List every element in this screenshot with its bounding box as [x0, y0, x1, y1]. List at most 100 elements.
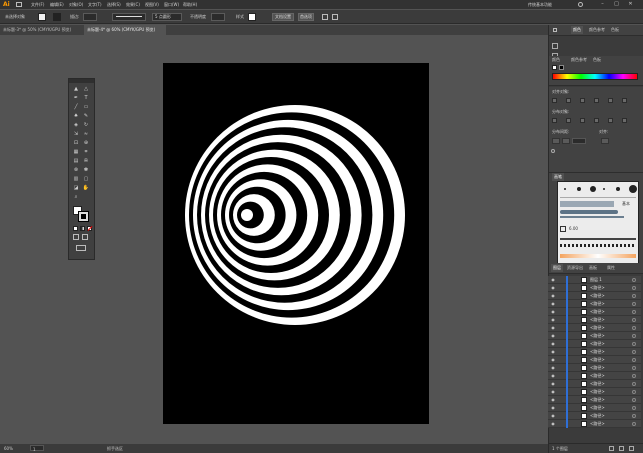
brush-dot-3[interactable] — [590, 186, 596, 192]
scale-icon[interactable]: ⇲ — [72, 131, 80, 138]
target-icon[interactable] — [632, 318, 636, 322]
target-icon[interactable] — [632, 310, 636, 314]
menu-effect[interactable]: 效果(C) — [126, 1, 140, 8]
spacing-input[interactable] — [572, 138, 586, 144]
align-to-selection-button[interactable] — [601, 138, 609, 144]
close-icon[interactable]: ✕ — [626, 0, 635, 9]
opacity-input[interactable] — [211, 13, 225, 21]
layer-name[interactable]: <路径> — [590, 309, 605, 315]
layer-row[interactable]: ◉ <路径> — [548, 420, 641, 428]
brush-icon[interactable]: ♠ — [72, 113, 80, 120]
warp-icon[interactable]: ≈ — [82, 131, 90, 138]
brush-dot-5[interactable] — [616, 187, 620, 191]
eye-icon[interactable]: ◉ — [550, 373, 556, 379]
stroke-weight-input[interactable] — [83, 13, 97, 21]
eye-icon[interactable]: ◉ — [550, 277, 556, 283]
menu-window[interactable]: 窗口(W) — [164, 1, 179, 8]
target-icon[interactable] — [632, 390, 636, 394]
menu-type[interactable]: 文字(T) — [88, 1, 102, 8]
eye-icon[interactable]: ◉ — [550, 405, 556, 411]
align-row-button-6[interactable] — [622, 98, 627, 103]
tab-artboards[interactable]: 画板 — [589, 264, 597, 272]
color-mode-icon[interactable] — [73, 226, 78, 231]
rotate-icon[interactable]: ↻ — [82, 122, 90, 129]
pen-icon[interactable]: ✒ — [72, 95, 80, 102]
stroke-color-box[interactable] — [78, 211, 89, 222]
zoom-icon[interactable]: ⌕ — [72, 194, 80, 201]
eye-icon[interactable]: ◉ — [550, 365, 556, 371]
maximize-icon[interactable]: □ — [612, 0, 621, 9]
menu-select[interactable]: 选择(S) — [107, 1, 121, 8]
layer-row-top[interactable]: ◉ 图层 1 — [548, 276, 641, 284]
search-icon[interactable] — [578, 2, 583, 7]
dist-row-button-2[interactable] — [566, 118, 571, 123]
layer-name[interactable]: <路径> — [590, 397, 605, 403]
target-icon[interactable] — [632, 374, 636, 378]
layer-name[interactable]: <路径> — [590, 389, 605, 395]
gradient-icon[interactable]: ▤ — [72, 158, 80, 165]
target-icon[interactable] — [632, 382, 636, 386]
target-icon[interactable] — [632, 414, 636, 418]
target-icon[interactable] — [632, 342, 636, 346]
layer-row[interactable]: ◉ <路径> — [548, 324, 641, 332]
target-icon[interactable] — [632, 422, 636, 426]
hand-icon[interactable]: ✋ — [82, 185, 90, 192]
free-transform-icon[interactable]: ⊡ — [72, 140, 80, 147]
new-sublayer-icon[interactable] — [609, 446, 614, 451]
workspace-switcher[interactable]: 传统基本功能 — [528, 1, 552, 8]
tab-color-guide[interactable]: 颜色参考 — [589, 26, 605, 34]
target-icon[interactable] — [632, 358, 636, 362]
layer-row[interactable]: ◉ <路径> — [548, 308, 641, 316]
pencil-icon[interactable]: ✎ — [82, 113, 90, 120]
menu-file[interactable]: 文件(F) — [31, 1, 44, 8]
eye-icon[interactable]: ◉ — [550, 389, 556, 395]
layer-row[interactable]: ◉ <路径> — [548, 404, 641, 412]
layer-row[interactable]: ◉ <路径> — [548, 332, 641, 340]
brush-dot-4[interactable] — [603, 188, 605, 190]
gradient-mode-icon[interactable] — [80, 226, 85, 231]
color-panel-icon[interactable] — [553, 28, 557, 32]
menu-object[interactable]: 对象(O) — [69, 1, 83, 8]
eye-icon[interactable]: ◉ — [550, 301, 556, 307]
zoom-level[interactable]: 60% — [4, 445, 13, 452]
align-row-button-3[interactable] — [580, 98, 585, 103]
eye-icon[interactable]: ◉ — [550, 325, 556, 331]
graph-icon[interactable]: ▥ — [72, 176, 80, 183]
spacing-button-1[interactable] — [552, 138, 560, 144]
home-icon[interactable] — [16, 2, 22, 7]
menu-view[interactable]: 视图(V) — [145, 1, 159, 8]
dist-row-button-6[interactable] — [622, 118, 627, 123]
toolbox-grip[interactable] — [69, 79, 94, 83]
shape-builder-icon[interactable]: ⊕ — [82, 140, 90, 147]
align-row-button-2[interactable] — [566, 98, 571, 103]
layer-row[interactable]: ◉ <路径> — [548, 364, 641, 372]
delete-layer-icon[interactable] — [629, 446, 634, 451]
layer-name[interactable]: <路径> — [590, 301, 605, 307]
target-icon[interactable] — [632, 294, 636, 298]
menu-help[interactable]: 帮助(H) — [183, 1, 197, 8]
align-row-button-5[interactable] — [608, 98, 613, 103]
eye-icon[interactable]: ◉ — [550, 413, 556, 419]
brush-arrow-icon[interactable] — [560, 226, 566, 232]
target-icon[interactable] — [632, 366, 636, 370]
layer-name[interactable]: 图层 1 — [590, 277, 602, 283]
eye-icon[interactable]: ◉ — [550, 309, 556, 315]
rect-icon[interactable]: ▭ — [82, 104, 90, 111]
swatches-tab[interactable]: 色板 — [593, 56, 601, 64]
eye-icon[interactable]: ◉ — [550, 317, 556, 323]
target-icon[interactable] — [632, 302, 636, 306]
layer-name[interactable]: <路径> — [590, 325, 605, 331]
menu-toggle-icon[interactable] — [332, 14, 338, 20]
target-icon[interactable] — [632, 286, 636, 290]
charcoal-brush-stroke[interactable] — [560, 210, 618, 214]
align-row-button-1[interactable] — [552, 98, 557, 103]
layer-name[interactable]: <路径> — [590, 285, 605, 291]
artboard-icon[interactable]: ▢ — [82, 176, 90, 183]
mesh-icon[interactable]: ⌗ — [82, 149, 90, 156]
artboard[interactable] — [163, 63, 429, 424]
type-icon[interactable]: T — [82, 95, 90, 102]
symbol-icon[interactable]: ✽ — [82, 167, 90, 174]
dist-row-button-5[interactable] — [608, 118, 613, 123]
spacing-button-2[interactable] — [562, 138, 570, 144]
brush-dot-6[interactable] — [629, 185, 637, 193]
